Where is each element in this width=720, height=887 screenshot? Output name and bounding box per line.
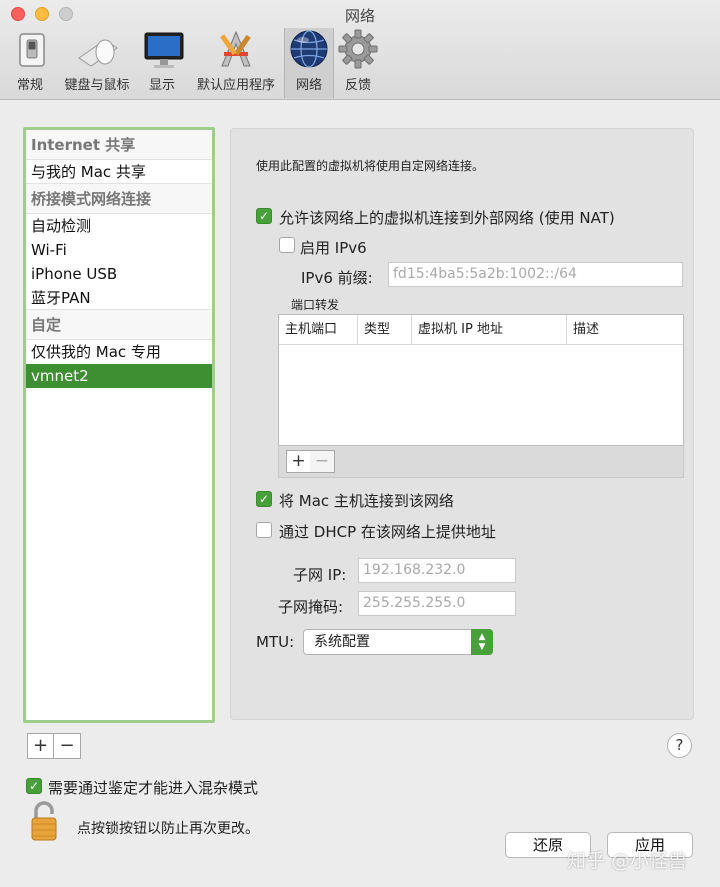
list-item-selected[interactable]: vmnet2	[26, 364, 212, 388]
list-add-remove: + −	[27, 733, 81, 759]
app-tools-icon	[220, 30, 251, 67]
globe-icon	[290, 30, 328, 68]
toolbar-tab-label: 默认应用程序	[196, 78, 275, 93]
promiscuous-checkbox-label[interactable]: 需要通过鉴定才能进入混杂模式	[48, 777, 258, 798]
watermark-text: 知乎 @小怪兽	[567, 850, 688, 872]
toolbar-tab-label: 反馈	[344, 78, 371, 93]
toolbar-tab-display[interactable]: 显示	[142, 28, 184, 98]
port-forward-table-footer: + −	[278, 446, 684, 478]
promiscuous-checkbox[interactable]: ✓	[26, 778, 42, 794]
list-item[interactable]: 与我的 Mac 共享	[26, 160, 212, 184]
chevron-up-down-icon: ▲ ▼	[471, 629, 493, 655]
gear-icon	[338, 29, 378, 69]
subnet-mask-label: 子网掩码:	[278, 598, 344, 616]
column-host-port[interactable]: 主机端口	[279, 315, 358, 344]
subnet-ip-label: 子网 IP:	[293, 566, 347, 584]
lock-hint-text: 点按锁按钮以防止再次更改。	[77, 821, 259, 837]
help-button[interactable]: ?	[667, 733, 692, 758]
connect-mac-checkbox-label[interactable]: 将 Mac 主机连接到该网络	[279, 490, 454, 511]
column-description[interactable]: 描述	[567, 315, 683, 344]
port-forward-label: 端口转发	[291, 298, 340, 312]
window-title: 网络	[344, 7, 375, 25]
padlock-icon[interactable]	[28, 800, 64, 842]
display-icon	[144, 32, 184, 68]
mtu-select-value: 系统配置	[314, 634, 370, 650]
window-titlebar: 网络 常规 键盘与鼠标 显示 默认应用程序 网络 反馈	[0, 0, 720, 100]
list-section-header: Internet 共享	[26, 130, 212, 160]
panel-description: 使用此配置的虚拟机将使用自定网络连接。	[256, 159, 485, 173]
nat-checkbox-label[interactable]: 允许该网络上的虚拟机连接到外部网络 (使用 NAT)	[279, 207, 615, 228]
list-section-header: 自定	[26, 310, 212, 340]
ipv6-prefix-input[interactable]: fd15:4ba5:5a2b:1002::/64	[388, 262, 683, 287]
connect-mac-checkbox[interactable]: ✓	[256, 491, 272, 507]
toolbar-tab-network[interactable]: 网络	[284, 28, 334, 98]
add-network-button[interactable]: +	[27, 733, 54, 759]
list-item[interactable]: 仅供我的 Mac 专用	[26, 340, 212, 364]
remove-port-rule-button[interactable]: −	[310, 450, 335, 473]
mtu-select[interactable]: 系统配置 ▲ ▼	[303, 629, 493, 655]
ipv6-prefix-label: IPv6 前缀:	[301, 269, 373, 287]
toolbar-tab-default-apps[interactable]: 默认应用程序	[190, 28, 282, 98]
subnet-ip-input[interactable]: 192.168.232.0	[358, 558, 516, 583]
toolbar-tab-label: 网络	[295, 78, 322, 93]
add-port-rule-button[interactable]: +	[286, 450, 311, 473]
ipv6-checkbox[interactable]	[279, 237, 295, 253]
list-section-header: 桥接模式网络连接	[26, 184, 212, 214]
column-type[interactable]: 类型	[358, 315, 412, 344]
ipv6-checkbox-label[interactable]: 启用 IPv6	[300, 237, 367, 258]
list-item[interactable]: iPhone USB	[26, 262, 212, 286]
toolbar-tab-keyboard-mouse[interactable]: 键盘与鼠标	[58, 28, 136, 98]
table-header: 主机端口 类型 虚拟机 IP 地址 描述	[279, 315, 683, 345]
port-forward-table[interactable]: 主机端口 类型 虚拟机 IP 地址 描述	[278, 314, 684, 446]
network-list: Internet 共享 与我的 Mac 共享 桥接模式网络连接 自动检测 Wi-…	[23, 127, 215, 723]
list-item[interactable]: 蓝牙PAN	[26, 286, 212, 310]
switch-icon	[19, 33, 45, 67]
dhcp-checkbox-label[interactable]: 通过 DHCP 在该网络上提供地址	[279, 521, 496, 542]
network-settings-panel: 使用此配置的虚拟机将使用自定网络连接。 ✓ 允许该网络上的虚拟机连接到外部网络 …	[230, 128, 694, 720]
dhcp-checkbox[interactable]	[256, 522, 272, 538]
list-item[interactable]: 自动检测	[26, 214, 212, 238]
toolbar-tab-general[interactable]: 常规	[10, 28, 50, 98]
nat-checkbox[interactable]: ✓	[256, 208, 272, 224]
mtu-label: MTU:	[256, 633, 295, 651]
list-item[interactable]: Wi-Fi	[26, 238, 212, 262]
toolbar-tab-label: 常规	[16, 78, 43, 93]
keyboard-mouse-icon	[78, 39, 118, 67]
column-vm-ip[interactable]: 虚拟机 IP 地址	[412, 315, 567, 344]
subnet-mask-input[interactable]: 255.255.255.0	[358, 591, 516, 616]
toolbar-tab-label: 显示	[148, 78, 175, 93]
toolbar-tab-label: 键盘与鼠标	[64, 78, 130, 93]
remove-network-button[interactable]: −	[54, 733, 81, 759]
toolbar-tab-feedback[interactable]: 反馈	[336, 28, 380, 98]
